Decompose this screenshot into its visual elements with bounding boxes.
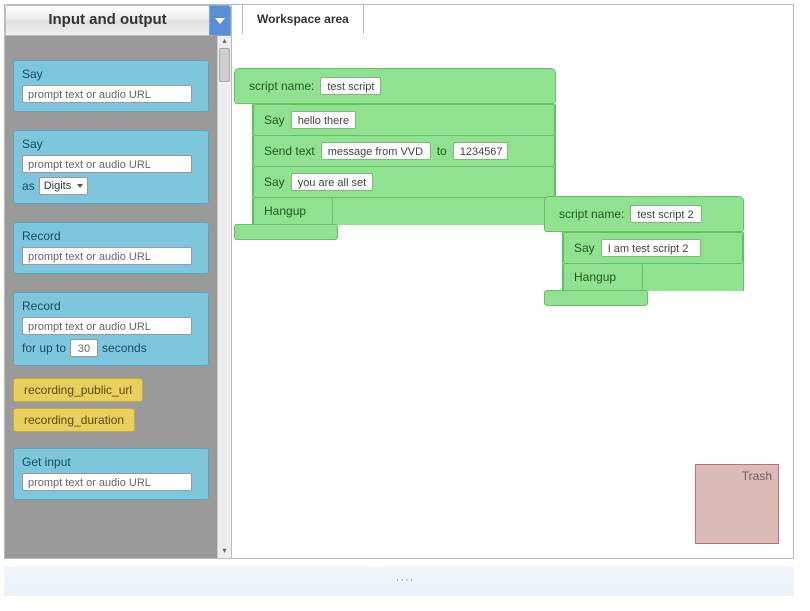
script-closer[interactable] — [234, 224, 338, 240]
palette-category-dropdown[interactable] — [209, 5, 231, 36]
script-stack: Say I am test script 2 Hangup — [562, 232, 744, 291]
say-prompt-input[interactable]: prompt text or audio URL — [22, 155, 192, 173]
say-as-dropdown[interactable]: Digits — [39, 177, 89, 195]
chevron-down-icon — [215, 18, 225, 24]
scroll-down-button[interactable]: ▾ — [218, 546, 231, 558]
script-name-input[interactable]: test script — [320, 77, 381, 95]
send-msg-input[interactable]: message from VVD — [321, 142, 431, 160]
stmt-label: Hangup — [264, 204, 306, 218]
record-prompt-input[interactable]: prompt text or audio URL — [22, 317, 192, 335]
send-to-input[interactable]: 1234567 — [453, 142, 508, 160]
stmt-say[interactable]: Say hello there — [253, 104, 555, 136]
trash-label: Trash — [702, 469, 772, 483]
palette-body-wrap: Say prompt text or audio URL Say prompt … — [5, 36, 231, 558]
stmt-hangup[interactable]: Hangup — [253, 197, 333, 225]
stmt-label: Say — [264, 113, 285, 127]
record-prompt-input[interactable]: prompt text or audio URL — [22, 247, 192, 265]
script-name-label: script name: — [559, 207, 624, 221]
script-hat[interactable]: script name: test script — [234, 68, 556, 104]
block-label: Record — [22, 299, 200, 313]
seconds-label: seconds — [102, 341, 147, 355]
script-name-label: script name: — [249, 79, 314, 93]
workspace-panel: Workspace area script name: test script … — [232, 5, 793, 558]
block-label: Record — [22, 229, 200, 243]
stmt-say[interactable]: Say you are all set — [253, 166, 555, 198]
stmt-send-text[interactable]: Send text message from VVD to 1234567 — [253, 135, 555, 167]
tab-workspace[interactable]: Workspace area — [242, 4, 364, 34]
palette-title: Input and output — [5, 5, 209, 36]
stmt-label: Hangup — [574, 270, 616, 284]
palette-block-say-as[interactable]: Say prompt text or audio URL as Digits — [13, 130, 209, 204]
footer-link[interactable]: ···· — [0, 574, 810, 586]
palette-scrollbar[interactable]: ▴ ▾ — [217, 36, 231, 558]
palette-block-get-input[interactable]: Get input prompt text or audio URL — [13, 448, 209, 500]
stmt-say[interactable]: Say I am test script 2 — [563, 232, 743, 264]
say-value-input[interactable]: I am test script 2 — [601, 239, 701, 257]
script-block[interactable]: script name: test script Say hello there… — [234, 68, 556, 240]
stmt-label: Say — [264, 175, 285, 189]
stmt-label: Say — [574, 241, 595, 255]
palette-panel: Input and output Say prompt text or audi… — [5, 5, 232, 558]
palette-block-record[interactable]: Record prompt text or audio URL — [13, 222, 209, 274]
stmt-hangup[interactable]: Hangup — [563, 263, 643, 291]
trash-dropzone[interactable]: Trash — [695, 464, 779, 544]
script-block[interactable]: script name: test script 2 Say I am test… — [544, 196, 744, 306]
for-up-to-label: for up to — [22, 341, 66, 355]
script-hat[interactable]: script name: test script 2 — [544, 196, 744, 232]
script-stack: Say hello there Send text message from V… — [252, 104, 556, 225]
palette-body: Say prompt text or audio URL Say prompt … — [5, 36, 217, 558]
palette-block-recording-url[interactable]: recording_public_url — [13, 378, 143, 402]
say-value-input[interactable]: hello there — [291, 111, 356, 129]
getinput-prompt-input[interactable]: prompt text or audio URL — [22, 473, 192, 491]
scroll-thumb[interactable] — [219, 48, 230, 82]
say-prompt-input[interactable]: prompt text or audio URL — [22, 85, 192, 103]
as-label: as — [22, 179, 35, 193]
scroll-up-button[interactable]: ▴ — [218, 36, 231, 48]
workspace-canvas[interactable]: script name: test script Say hello there… — [232, 36, 793, 558]
app-frame: Input and output Say prompt text or audi… — [4, 4, 794, 559]
stmt-label: Send text — [264, 144, 315, 158]
block-label: Get input — [22, 455, 200, 469]
palette-header: Input and output — [5, 5, 231, 36]
palette-block-record-timed[interactable]: Record prompt text or audio URL for up t… — [13, 292, 209, 366]
record-seconds-input[interactable]: 30 — [70, 339, 98, 357]
palette-block-say[interactable]: Say prompt text or audio URL — [13, 60, 209, 112]
palette-block-recording-duration[interactable]: recording_duration — [13, 408, 135, 432]
script-name-input[interactable]: test script 2 — [630, 205, 702, 223]
block-label: Say — [22, 67, 200, 81]
to-label: to — [437, 144, 447, 158]
say-value-input[interactable]: you are all set — [291, 173, 373, 191]
block-label: Say — [22, 137, 200, 151]
script-closer[interactable] — [544, 290, 648, 306]
